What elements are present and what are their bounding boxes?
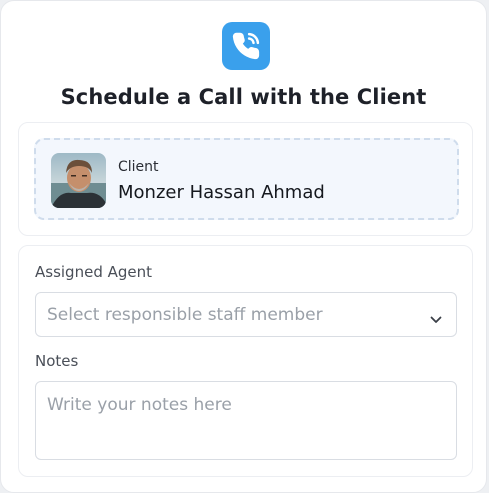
assigned-agent-select[interactable]: Select responsible staff member (35, 292, 457, 337)
assignment-form: Assigned Agent Select responsible staff … (18, 245, 473, 477)
notes-textarea[interactable]: Write your notes here (35, 381, 457, 460)
schedule-call-dialog: Schedule a Call with the Client Client M… (0, 0, 487, 493)
client-name: Monzer Hassan Ahmad (118, 182, 325, 203)
client-card: Client Monzer Hassan Ahmad (34, 138, 459, 220)
notes-placeholder: Write your notes here (47, 395, 232, 415)
client-avatar (51, 153, 106, 208)
client-label: Client (118, 159, 159, 175)
phone-call-icon (222, 22, 270, 70)
assigned-agent-label: Assigned Agent (35, 263, 153, 281)
assigned-agent-placeholder: Select responsible staff member (47, 305, 323, 325)
notes-label: Notes (35, 352, 79, 370)
dialog-title: Schedule a Call with the Client (60, 85, 427, 109)
chevron-down-icon (430, 309, 442, 328)
client-section: Client Monzer Hassan Ahmad (18, 122, 473, 236)
